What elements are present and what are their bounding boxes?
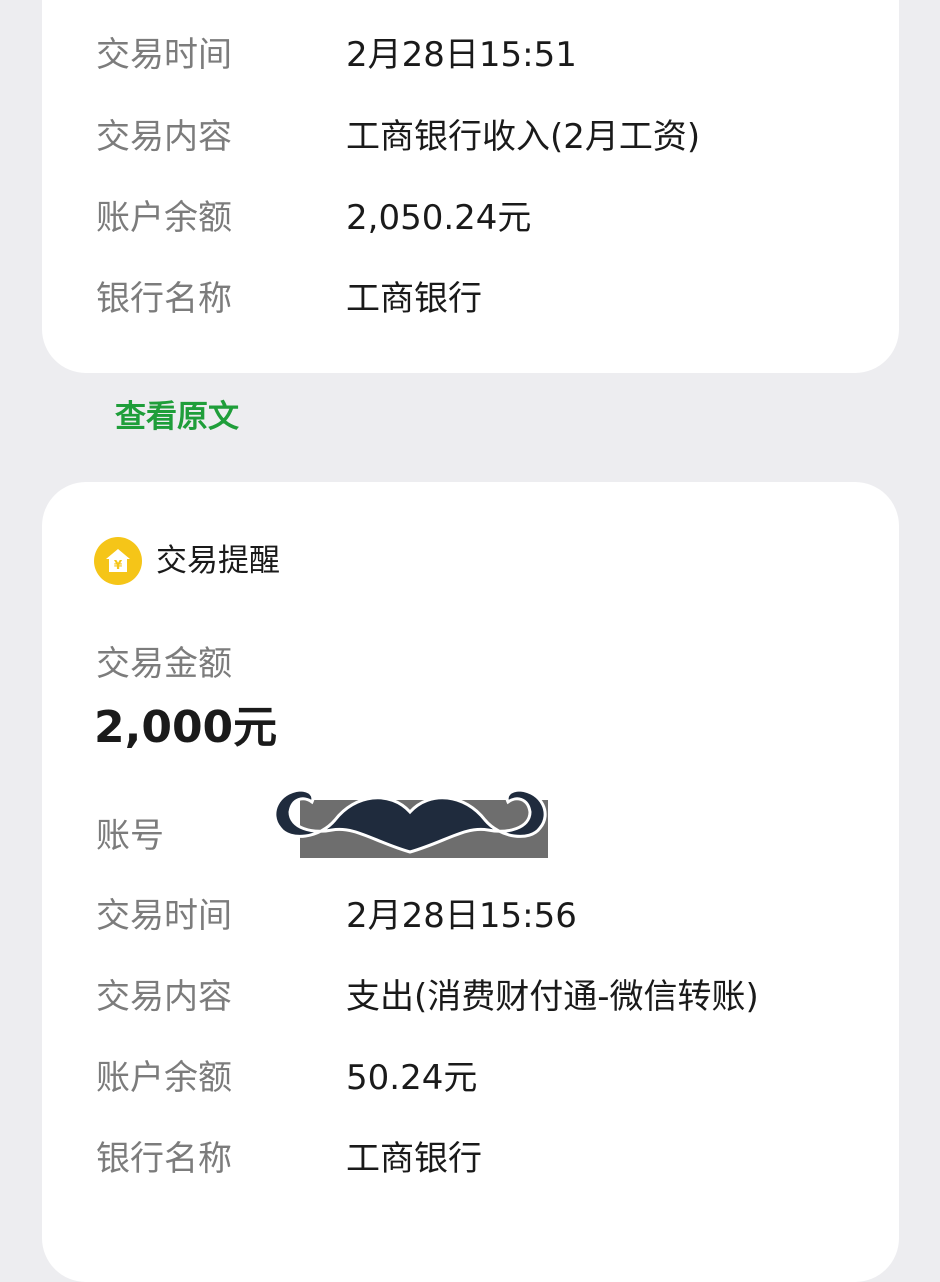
detail-row-time: 交易时间 2月28日15:56 — [96, 891, 859, 941]
detail-label: 交易内容 — [96, 117, 232, 157]
detail-row-bank: 银行名称 工商银行 — [96, 1134, 859, 1184]
card-title: 交易提醒 — [156, 543, 280, 579]
bank-yuan-icon: ¥ — [94, 537, 142, 585]
transaction-card-previous: 交易时间 2月28日15:51 交易内容 工商银行收入(2月工资) 账户余额 2… — [42, 0, 899, 373]
detail-row-content: 交易内容 工商银行收入(2月工资) — [96, 112, 859, 162]
detail-row-balance: 账户余额 2,050.24元 — [96, 193, 859, 243]
detail-value: 2月28日15:56 — [346, 896, 577, 936]
detail-label: 交易内容 — [96, 977, 232, 1017]
transaction-alert-card[interactable]: ¥ 交易提醒 交易金额 2,000元 账号 交易时间 2月28日15:56 交易… — [42, 482, 899, 1282]
detail-value: 2月28日15:51 — [346, 35, 577, 75]
detail-row-balance: 账户余额 50.24元 — [96, 1053, 859, 1103]
detail-label: 账号 — [96, 816, 164, 856]
amount-label: 交易金额 — [96, 644, 232, 684]
detail-label: 银行名称 — [96, 1139, 232, 1179]
detail-label: 银行名称 — [96, 279, 232, 319]
detail-row-time: 交易时间 2月28日15:51 — [96, 30, 859, 80]
detail-label: 交易时间 — [96, 35, 232, 75]
detail-value: 工商银行 — [346, 1139, 482, 1179]
detail-label: 账户余额 — [96, 198, 232, 238]
svg-text:¥: ¥ — [114, 558, 123, 572]
detail-label: 交易时间 — [96, 896, 232, 936]
detail-value: 工商银行 — [346, 279, 482, 319]
view-original-link[interactable]: 查看原文 — [115, 394, 239, 440]
detail-label: 账户余额 — [96, 1058, 232, 1098]
detail-row-content: 交易内容 支出(消费财付通-微信转账) — [96, 972, 859, 1022]
detail-value: 2,050.24元 — [346, 198, 532, 238]
detail-value: 支出(消费财付通-微信转账) — [346, 977, 759, 1017]
detail-value: 50.24元 — [346, 1058, 478, 1098]
detail-row-bank: 银行名称 工商银行 — [96, 274, 859, 324]
amount-value: 2,000元 — [94, 702, 278, 753]
mustache-redaction-icon — [273, 788, 548, 858]
detail-value: 工商银行收入(2月工资) — [346, 117, 701, 157]
